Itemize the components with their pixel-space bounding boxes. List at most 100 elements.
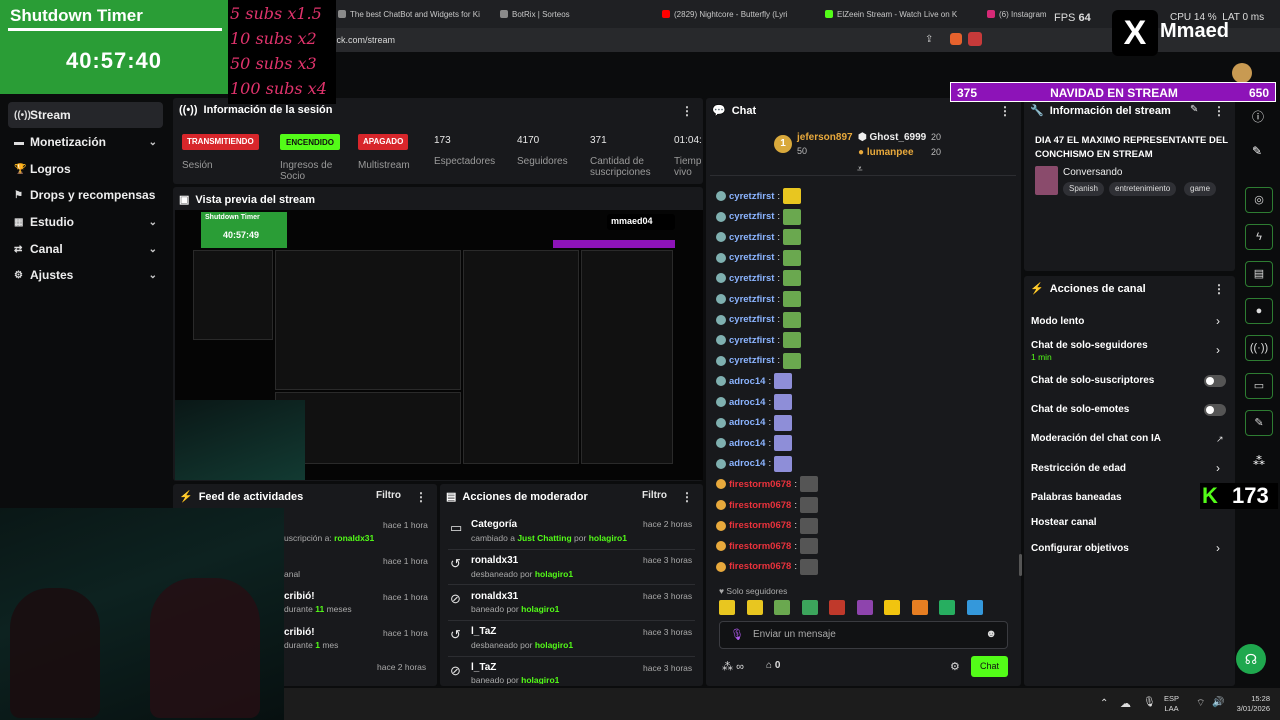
chat-username[interactable]: adroc14 bbox=[729, 417, 765, 428]
browser-tab[interactable]: (6) Instagram bbox=[987, 5, 1053, 23]
chat-username[interactable]: firestorm0678 bbox=[729, 520, 791, 531]
mod-detail-target[interactable]: Just Chatting bbox=[517, 533, 571, 543]
sidebar-item-ajustes[interactable]: ⚙ Ajustes ⌄ bbox=[8, 262, 163, 288]
more-options-icon[interactable]: ⋮ bbox=[681, 490, 693, 504]
target-icon[interactable]: ◎ bbox=[1245, 187, 1273, 213]
sidebar-item-estudio[interactable]: ▦ Estudio ⌄ bbox=[8, 209, 163, 235]
mod-detail-by[interactable]: holagiro1 bbox=[589, 533, 627, 543]
more-options-icon[interactable]: ⋮ bbox=[999, 104, 1011, 118]
action-followers-only[interactable]: Chat de solo-seguidores bbox=[1031, 340, 1148, 351]
rewards-icon[interactable] bbox=[968, 32, 982, 46]
action-age-restriction[interactable]: Restricción de edad bbox=[1031, 463, 1126, 474]
chat-username[interactable]: cyretzfirst bbox=[729, 232, 774, 243]
leader-name[interactable]: jeferson897 bbox=[797, 132, 853, 143]
chat-username[interactable]: firestorm0678 bbox=[729, 541, 791, 552]
browser-tab[interactable]: BotRix | Sorteos bbox=[500, 5, 640, 23]
chevron-right-icon[interactable]: › bbox=[1216, 461, 1220, 475]
emote-picker-icon[interactable] bbox=[939, 600, 955, 615]
action-host-channel[interactable]: Hostear canal bbox=[1031, 517, 1097, 528]
chat-username[interactable]: adroc14 bbox=[729, 376, 765, 387]
emote-picker-icon[interactable] bbox=[719, 600, 735, 615]
clock[interactable]: 15:28 3/01/2026 bbox=[1226, 694, 1270, 714]
community-icon[interactable]: ⁂ bbox=[1253, 454, 1265, 468]
store-icon[interactable]: ▭ bbox=[1245, 373, 1273, 399]
chat-username[interactable]: cyretzfirst bbox=[729, 211, 774, 222]
chat-username[interactable]: cyretzfirst bbox=[729, 314, 774, 325]
more-options-icon[interactable]: ⋮ bbox=[681, 104, 693, 118]
action-configure-goals[interactable]: Configurar objetivos bbox=[1031, 543, 1129, 554]
chat-username[interactable]: firestorm0678 bbox=[729, 500, 791, 511]
leader-name[interactable]: ⬢ Ghost_6999 bbox=[858, 132, 926, 143]
chat-username[interactable]: adroc14 bbox=[729, 397, 765, 408]
volume-icon[interactable]: 🔊 bbox=[1212, 697, 1224, 708]
external-link-icon[interactable]: ↗ bbox=[1216, 434, 1224, 445]
mod-detail-by[interactable]: holagiro1 bbox=[521, 675, 559, 684]
chevron-right-icon[interactable]: › bbox=[1216, 541, 1220, 555]
tray-chevron-icon[interactable]: ⌃ bbox=[1100, 698, 1108, 709]
emote-picker-icon[interactable] bbox=[884, 600, 900, 615]
more-options-icon[interactable]: ⋮ bbox=[1213, 282, 1225, 296]
mod-detail-by[interactable]: holagiro1 bbox=[535, 640, 573, 650]
more-options-icon[interactable]: ⋮ bbox=[1213, 104, 1225, 118]
emote-picker-icon[interactable] bbox=[911, 600, 928, 615]
chat-username[interactable]: firestorm0678 bbox=[729, 561, 791, 572]
pencil-icon[interactable]: ✎ bbox=[1252, 144, 1262, 158]
broadcast-icon[interactable]: ((·)) bbox=[1245, 335, 1273, 361]
expand-leaders-icon[interactable]: ⩡ bbox=[857, 164, 863, 175]
action-emotes-only[interactable]: Chat de solo-emotes bbox=[1031, 404, 1129, 415]
microphone-icon[interactable]: 🎙 bbox=[730, 628, 744, 641]
browser-tab[interactable]: ElZeein Stream - Watch Live on K bbox=[825, 5, 967, 23]
emote-picker-icon[interactable] bbox=[966, 600, 983, 615]
stream-tag[interactable]: game bbox=[1184, 182, 1217, 196]
mod-detail-by[interactable]: holagiro1 bbox=[521, 604, 559, 614]
chat-input[interactable]: 🎙 Enviar un mensaje ☻ bbox=[719, 621, 1008, 649]
more-options-icon[interactable]: ⋮ bbox=[415, 490, 427, 504]
chat-username[interactable]: adroc14 bbox=[729, 438, 765, 449]
category-name[interactable]: Conversando bbox=[1063, 167, 1122, 178]
send-chat-button[interactable]: Chat bbox=[971, 656, 1008, 677]
gift-counter[interactable]: ⌂ 0 bbox=[766, 660, 780, 671]
chat-username[interactable]: adroc14 bbox=[729, 458, 765, 469]
share-icon[interactable]: ⇪ bbox=[925, 34, 933, 45]
action-slow-mode[interactable]: Modo lento bbox=[1031, 316, 1084, 327]
chat-username[interactable]: cyretzfirst bbox=[729, 252, 774, 263]
sidebar-item-canal[interactable]: ⇄ Canal ⌄ bbox=[8, 236, 163, 262]
chat-scrollbar[interactable] bbox=[1019, 554, 1022, 576]
edit-icon[interactable]: ✎ bbox=[1190, 104, 1198, 115]
chat-username[interactable]: cyretzfirst bbox=[729, 294, 774, 305]
emote-picker-icon[interactable] bbox=[801, 600, 818, 615]
chat-settings-icon[interactable]: ⚙ bbox=[950, 660, 960, 673]
chat-username[interactable]: firestorm0678 bbox=[729, 479, 791, 490]
sidebar-item-monetizacion[interactable]: ▬ Monetización ⌄ bbox=[8, 129, 163, 155]
chevron-right-icon[interactable]: › bbox=[1216, 343, 1220, 357]
emote-picker-icon[interactable] bbox=[774, 600, 790, 615]
chat-username[interactable]: cyretzfirst bbox=[729, 191, 774, 202]
mod-detail-by[interactable]: holagiro1 bbox=[535, 569, 573, 579]
network-icon[interactable]: ⌔ bbox=[1196, 697, 1205, 710]
action-ai-moderation[interactable]: Moderación del chat con IA bbox=[1031, 433, 1161, 444]
user-avatar[interactable] bbox=[1232, 63, 1252, 83]
chat-username[interactable]: cyretzfirst bbox=[729, 273, 774, 284]
document-icon[interactable]: ▤ bbox=[1245, 261, 1273, 287]
stream-preview-video[interactable]: Shutdown Timer 40:57:49 mmaed04 bbox=[175, 210, 703, 480]
comment-icon[interactable]: ● bbox=[1245, 298, 1273, 324]
sidebar-item-stream[interactable]: ((•)) Stream bbox=[8, 102, 163, 128]
sidebar-item-drops[interactable]: ⚑ Drops y recompensas bbox=[8, 182, 163, 208]
emote-picker-icon[interactable] bbox=[856, 600, 873, 615]
browser-tab[interactable]: The best ChatBot and Widgets for Ki bbox=[338, 5, 484, 23]
wrench-icon[interactable]: ✎ bbox=[1245, 410, 1273, 436]
browser-tab[interactable]: (2829) Nightcore - Butterfly (Lyri bbox=[662, 5, 804, 23]
info-icon[interactable]: ⓘ bbox=[1252, 108, 1264, 125]
bolt-icon[interactable]: ϟ bbox=[1245, 224, 1273, 250]
filter-button[interactable]: Filtro bbox=[376, 490, 401, 501]
filter-button[interactable]: Filtro bbox=[642, 490, 667, 501]
url-text[interactable]: kick.com/stream bbox=[330, 35, 395, 45]
cloud-icon[interactable]: ☁ bbox=[1120, 697, 1131, 710]
sidebar-item-logros[interactable]: 🏆 Logros bbox=[8, 156, 163, 182]
subs-only-toggle[interactable] bbox=[1204, 375, 1226, 387]
feed-user[interactable]: ronaldx31 bbox=[334, 533, 374, 543]
chat-username[interactable]: cyretzfirst bbox=[729, 335, 774, 346]
support-headset-icon[interactable]: ☊ bbox=[1236, 644, 1266, 674]
emote-picker-icon[interactable] bbox=[746, 600, 763, 615]
leader-name[interactable]: ● lumanpee bbox=[858, 147, 914, 158]
